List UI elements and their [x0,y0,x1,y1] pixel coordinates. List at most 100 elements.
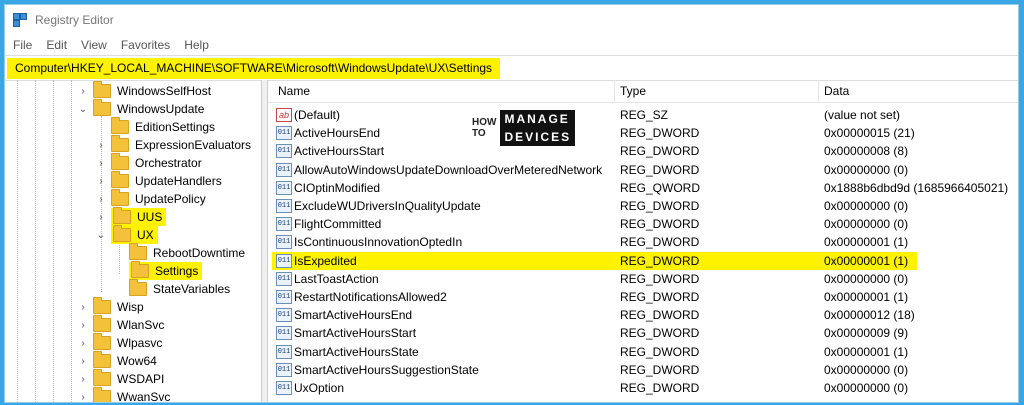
value-row[interactable]: 011 UxOption REG_DWORD 0x00000000 (0) [268,379,1018,397]
value-data: 0x00000001 (1) [824,235,909,250]
chevron-right-icon[interactable]: › [77,320,89,331]
chevron-down-icon[interactable]: ⌄ [77,104,89,115]
tree-item[interactable]: › WSDAPI [77,369,165,388]
value-type: REG_DWORD [620,235,700,250]
tree-item[interactable]: › Wow64 [77,351,157,370]
tree-item[interactable]: › ExpressionEvaluators [95,135,251,154]
tree-item[interactable]: › UUS [95,207,167,226]
value-data: 0x00000001 (1) [824,290,909,304]
value-row[interactable]: 011 SmartActiveHoursSuggestionState REG_DW… [268,361,1018,379]
chevron-right-icon[interactable]: › [95,140,107,151]
tree-item[interactable]: › UpdateHandlers [95,171,222,190]
column-header-type[interactable]: Type [620,84,646,98]
address-bar[interactable]: Computer\HKEY_LOCAL_MACHINE\SOFTWARE\Mic… [5,55,1018,81]
watermark-box: MANAGE DEVICES [496,110,576,146]
tree-item[interactable]: ⌄ WindowsUpdate [77,99,204,118]
chevron-right-icon[interactable]: › [77,338,89,349]
value-type: REG_DWORD [620,199,700,213]
value-row[interactable]: 011 ActiveHoursStart REG_DWORD 0x00000008 (… [268,142,1018,160]
binary-value-icon: 011 [276,326,292,341]
address-path[interactable]: Computer\HKEY_LOCAL_MACHINE\SOFTWARE\Mic… [7,57,501,79]
tree-item-label: EditionSettings [135,120,216,134]
tree-item[interactable]: › WwanSvc [77,387,170,403]
chevron-down-icon[interactable]: ⌄ [95,230,107,241]
binary-value-icon: 011 [276,253,292,268]
value-type: REG_DWORD [620,144,700,159]
tree-item[interactable]: StateVariables [113,279,230,298]
tree-item[interactable]: › UpdatePolicy [95,189,206,208]
chevron-right-icon[interactable]: › [95,158,107,169]
value-name: ActiveHoursStart [294,144,385,159]
value-type: REG_DWORD [620,344,700,359]
tree-item[interactable]: › WindowsSelfHost [77,81,212,100]
value-row[interactable]: 011 ExcludeWUDriversInQualityUpdate REG_DW… [268,197,1018,215]
tree-item-label: WSDAPI [117,372,165,386]
chevron-right-icon[interactable]: › [95,176,107,187]
binary-value-icon: 011 [276,126,292,141]
menu-view[interactable]: View [81,38,107,52]
value-type: REG_DWORD [620,308,700,323]
binary-value-icon: 011 [276,144,292,159]
tree-item[interactable]: › Wisp [77,297,144,316]
menu-favorites[interactable]: Favorites [121,38,170,52]
folder-icon [93,351,111,368]
values-list[interactable]: Name Type Data ab (Default) REG_SZ (value n… [268,80,1018,402]
value-row[interactable]: 011 ActiveHoursEnd REG_DWORD 0x00000015 (21… [268,124,1018,142]
menu-file[interactable]: File [13,38,32,52]
chevron-right-icon[interactable]: › [77,86,89,97]
key-tree[interactable]: › WindowsSelfHost ⌄ WindowsUpdate EditionSet… [5,80,262,402]
value-row[interactable]: 011 IsContinuousInnovationOptedIn REG_DWOR… [268,233,1018,251]
column-header-data[interactable]: Data [824,84,849,98]
value-data: 0x00000009 (9) [824,326,909,341]
tree-item-label: UpdateHandlers [135,174,222,188]
value-name: SmartActiveHoursSuggestionState [294,362,479,377]
value-row[interactable]: 011 SmartActiveHoursStart REG_DWORD 0x00000… [268,324,1018,342]
tree-item[interactable]: › Orchestrator [95,153,202,172]
tree-item[interactable]: › WlanSvc [77,315,164,334]
tree-item-label: WindowsSelfHost [117,84,212,98]
value-row[interactable]: 011 FlightCommitted REG_DWORD 0x00000000 (0… [268,215,1018,233]
value-name: IsExpedited [294,253,357,268]
tree-item[interactable]: ⌄ UX [95,225,158,244]
value-name: SmartActiveHoursState [294,344,419,359]
value-type: REG_DWORD [620,381,700,395]
value-type: REG_DWORD [620,362,700,377]
binary-value-icon: 011 [276,162,292,177]
binary-value-icon: 011 [276,344,292,359]
chevron-right-icon[interactable]: › [77,374,89,385]
title-bar: Registry Editor [5,5,1018,35]
value-type: REG_DWORD [620,253,700,268]
tree-item[interactable]: EditionSettings [95,117,216,136]
value-row[interactable]: 011 CIOptinModified REG_QWORD 0x1888b6dbd9d… [268,179,1018,197]
registry-editor-window: Registry Editor File Edit View Favorites… [4,4,1019,403]
value-row[interactable]: 011 AllowAutoWindowsUpdateDownloadOverMet… [268,161,1018,179]
value-name: ActiveHoursEnd [294,126,381,141]
chevron-right-icon[interactable]: › [77,356,89,367]
tree-item[interactable]: RebootDowntime [113,243,245,262]
value-row[interactable]: 011 LastToastAction REG_DWORD 0x00000000 (0… [268,270,1018,288]
value-data: 0x00000000 (0) [824,162,909,177]
menu-edit[interactable]: Edit [46,38,67,52]
value-name: CIOptinModified [294,180,381,195]
value-type: REG_DWORD [620,162,700,177]
value-row[interactable]: 011 SmartActiveHoursState REG_DWORD 0x00000… [268,343,1018,361]
value-row[interactable]: 011 RestartNotificationsAllowed2 REG_DWORD… [268,288,1018,306]
binary-value-icon: 011 [276,290,292,304]
value-data: 0x1888b6dbd9d (1685966405021) [824,180,1009,195]
tree-item[interactable]: Settings [113,261,203,280]
menu-help[interactable]: Help [184,38,209,52]
column-headers: Name Type Data [268,80,1018,103]
value-row[interactable]: 011 SmartActiveHoursEnd REG_DWORD 0x0000001… [268,306,1018,324]
tree-item[interactable]: › Wlpasvc [77,333,162,352]
value-data: (value not set) [824,108,901,122]
chevron-right-icon[interactable]: › [77,392,89,403]
value-row[interactable]: ab (Default) REG_SZ (value not set) [268,106,1018,124]
tree-item-label: UX [137,228,154,242]
folder-icon [93,81,111,98]
chevron-right-icon[interactable]: › [77,302,89,313]
value-data: 0x00000015 (21) [824,126,915,141]
value-row[interactable]: 011 IsExpedited REG_DWORD 0x00000001 (1) [272,251,917,270]
chevron-right-icon[interactable]: › [95,194,107,205]
chevron-right-icon[interactable]: › [95,212,107,223]
column-header-name[interactable]: Name [278,84,310,98]
